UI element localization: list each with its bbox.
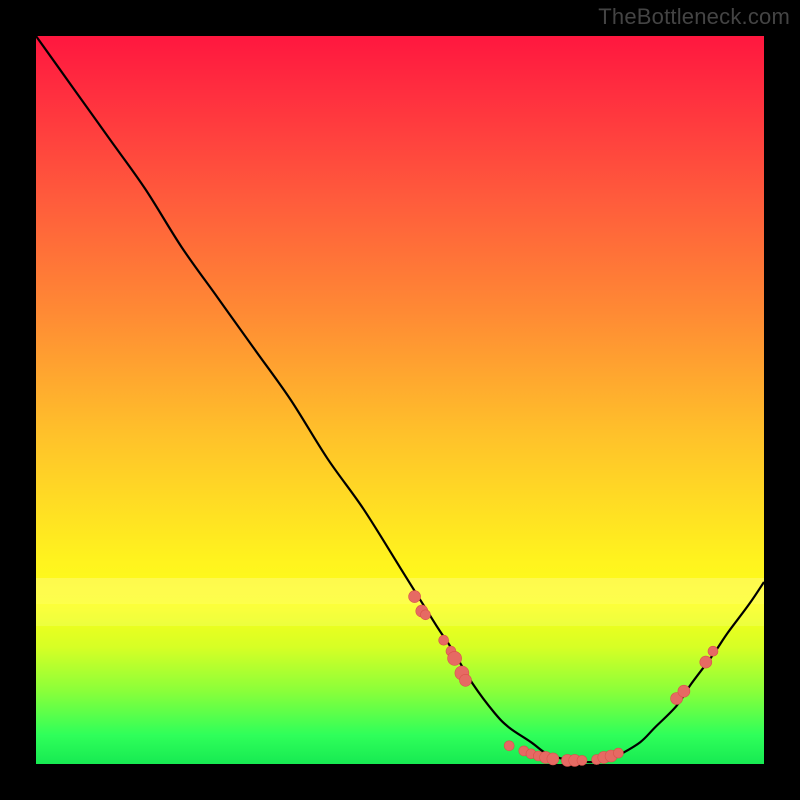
data-marker — [409, 591, 421, 603]
data-marker — [700, 656, 712, 668]
curve-path — [36, 36, 764, 762]
plot-area — [36, 36, 764, 764]
data-marker — [577, 755, 587, 765]
data-marker — [708, 646, 718, 656]
data-marker — [613, 748, 623, 758]
data-marker — [421, 610, 431, 620]
data-marker — [547, 753, 559, 765]
data-marker — [678, 685, 690, 697]
bottleneck-curve — [36, 36, 764, 764]
data-marker — [504, 741, 514, 751]
data-markers — [409, 591, 718, 767]
data-marker — [448, 651, 462, 665]
watermark-text: TheBottleneck.com — [598, 4, 790, 30]
data-marker — [460, 674, 472, 686]
data-marker — [439, 635, 449, 645]
chart-frame: TheBottleneck.com — [0, 0, 800, 800]
